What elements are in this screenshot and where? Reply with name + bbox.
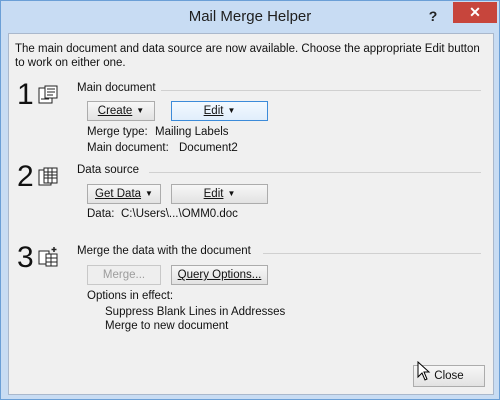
edit-main-document-button[interactable]: Edit ▼ [171, 101, 268, 121]
step-2-number: 2 [17, 160, 34, 193]
main-document-label: Main document: [87, 142, 169, 154]
help-button[interactable]: ? [423, 6, 443, 26]
step-1-number: 1 [17, 78, 34, 111]
group-divider [149, 172, 481, 173]
option-item: Merge to new document [105, 320, 229, 332]
main-document-group-title: Main document [77, 82, 156, 94]
merge-group-title: Merge the data with the document [77, 245, 251, 257]
edit-data-source-button[interactable]: Edit ▼ [171, 184, 268, 204]
group-divider [263, 253, 481, 254]
main-document-icon [38, 85, 58, 104]
title-bar[interactable]: Mail Merge Helper ? ✕ [1, 1, 499, 33]
dropdown-arrow-icon: ▼ [136, 106, 145, 115]
close-window-button[interactable]: ✕ [453, 2, 497, 23]
get-data-button[interactable]: Get Data ▼ [87, 184, 161, 204]
merge-type-label: Merge type: [87, 126, 148, 138]
mouse-pointer-icon [417, 361, 431, 381]
dialog-body: The main document and data source are no… [8, 33, 494, 395]
merge-type-value: Mailing Labels [155, 126, 229, 138]
options-heading: Options in effect: [87, 290, 174, 302]
merge-button[interactable]: Merge... [87, 265, 161, 285]
data-label: Data: [87, 208, 115, 220]
option-item: Suppress Blank Lines in Addresses [105, 306, 286, 318]
dropdown-arrow-icon: ▼ [145, 189, 153, 198]
main-document-value: Document2 [179, 142, 238, 154]
query-options-button[interactable]: Query Options... [171, 265, 268, 285]
data-source-path: C:\Users\...\OMM0.doc [121, 208, 238, 220]
data-source-group-title: Data source [77, 164, 140, 176]
dropdown-arrow-icon: ▼ [227, 106, 236, 115]
data-source-icon [38, 167, 58, 186]
intro-text: The main document and data source are no… [15, 43, 480, 69]
merge-icon [38, 247, 58, 267]
dropdown-arrow-icon: ▼ [227, 189, 236, 198]
step-3-number: 3 [17, 241, 34, 274]
group-divider [161, 90, 481, 91]
create-button[interactable]: Create ▼ [87, 101, 155, 121]
mail-merge-helper-dialog: Mail Merge Helper ? ✕ The main document … [0, 0, 500, 400]
